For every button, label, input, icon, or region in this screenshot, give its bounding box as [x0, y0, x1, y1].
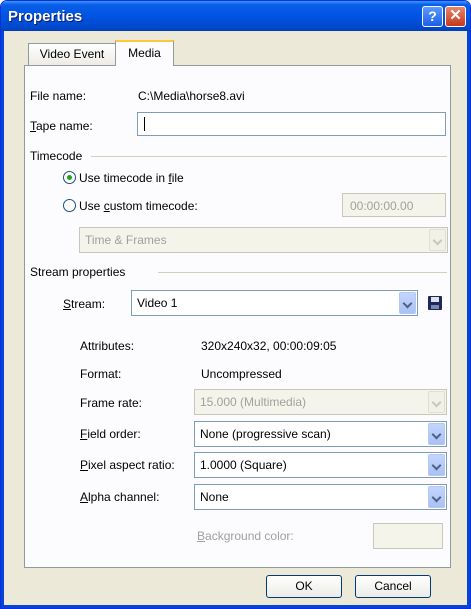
- stream-label: Stream:: [63, 297, 105, 311]
- background-color-label: Background color:: [197, 529, 294, 543]
- stream-label-text: tream:: [71, 297, 106, 311]
- use-timecode-in-file-label[interactable]: Use timecode in file: [79, 171, 184, 185]
- save-icon[interactable]: [428, 296, 442, 310]
- alpha-access-key: A: [80, 490, 89, 504]
- properties-dialog: Properties ? ✕ Video Event Media File na…: [0, 0, 471, 609]
- stream-properties-group-label: Stream properties: [30, 265, 126, 279]
- tab-video-event[interactable]: Video Event: [28, 43, 116, 65]
- tab-media[interactable]: Media: [115, 40, 174, 66]
- field-order-value: None (progressive scan): [200, 427, 331, 441]
- use-custom-timecode-radio[interactable]: [63, 199, 76, 212]
- attributes-label: Attributes:: [80, 339, 135, 353]
- field-order-label-text: ield order:: [87, 427, 141, 441]
- text-caret: [144, 117, 145, 131]
- pixel-aspect-label-text: ixel aspect ratio:: [88, 458, 175, 472]
- stream-value: Video 1: [137, 296, 178, 310]
- field-order-select[interactable]: None (progressive scan): [194, 421, 447, 447]
- stream-properties-divider: [158, 272, 447, 273]
- file-name-value: C:\Media\horse8.avi: [138, 89, 245, 103]
- alpha-label-text: lpha channel:: [88, 490, 160, 504]
- timecode-group-label: Timecode: [30, 149, 83, 163]
- use-custom-timecode-label[interactable]: Use custom timecode:: [79, 199, 198, 213]
- pixel-aspect-ratio-select[interactable]: 1.0000 (Square): [194, 452, 447, 478]
- format-value: Uncompressed: [201, 367, 282, 381]
- tape-name-input[interactable]: [137, 112, 446, 136]
- timecode-group-divider: [91, 156, 447, 157]
- timecode-format-value: Time & Frames: [85, 233, 167, 247]
- cancel-button[interactable]: Cancel: [355, 575, 431, 598]
- window-title: Properties: [8, 8, 83, 25]
- background-color-swatch[interactable]: [373, 523, 443, 549]
- window-frame-bottom: [1, 605, 470, 608]
- timecode-format-select[interactable]: Time & Frames: [79, 227, 448, 253]
- chevron-down-icon: [428, 423, 445, 445]
- chevron-down-icon: [428, 391, 445, 413]
- use-timecode-in-file-radio[interactable]: [63, 171, 76, 184]
- custom-timecode-value: 00:00:00.00: [350, 199, 414, 213]
- background-color-access-key: B: [197, 529, 206, 543]
- save-icon-shutter: [431, 305, 439, 309]
- pixel-aspect-ratio-label: Pixel aspect ratio:: [80, 458, 175, 472]
- window-frame-right: [467, 31, 470, 608]
- frame-rate-value: 15.000 (Multimedia): [200, 395, 307, 409]
- radio-selected-dot: [67, 175, 72, 180]
- help-button[interactable]: ?: [422, 6, 443, 27]
- frame-rate-select[interactable]: 15.000 (Multimedia): [194, 389, 447, 415]
- use-timecode-in-file-text-end: ile: [171, 171, 184, 185]
- close-button[interactable]: ✕: [445, 6, 466, 27]
- chevron-down-icon: [428, 454, 445, 476]
- stream-select[interactable]: Video 1: [131, 290, 418, 316]
- custom-timecode-input[interactable]: 00:00:00.00: [342, 193, 446, 217]
- chevron-down-icon: [399, 292, 416, 314]
- background-color-label-text: ackground color:: [205, 529, 294, 543]
- frame-rate-label: Frame rate:: [80, 396, 143, 410]
- chevron-down-icon: [428, 486, 445, 508]
- format-label: Format:: [80, 367, 122, 381]
- attributes-value: 320x240x32, 00:00:09:05: [201, 339, 337, 353]
- alpha-channel-select[interactable]: None: [194, 484, 447, 510]
- stream-access-key: S: [63, 297, 72, 311]
- window-frame-left: [1, 31, 4, 608]
- tape-name-label-text: ape name:: [36, 119, 93, 133]
- pixel-aspect-access-key: P: [80, 458, 89, 472]
- use-custom-timecode-text: Use: [79, 199, 104, 213]
- alpha-channel-label: Alpha channel:: [80, 490, 159, 504]
- alpha-channel-value: None: [200, 490, 229, 504]
- use-custom-timecode-text-end: ustom timecode:: [109, 199, 198, 213]
- title-bar[interactable]: Properties ? ✕: [1, 1, 470, 31]
- ok-button[interactable]: OK: [266, 575, 342, 598]
- chevron-down-icon: [429, 229, 446, 251]
- field-order-label: Field order:: [80, 427, 141, 441]
- use-timecode-in-file-text: Use timecode in: [79, 171, 169, 185]
- file-name-label: File name:: [30, 89, 87, 103]
- tape-name-label: Tape name:: [30, 119, 93, 133]
- save-icon-label-area: [431, 297, 439, 302]
- pixel-aspect-ratio-value: 1.0000 (Square): [200, 458, 287, 472]
